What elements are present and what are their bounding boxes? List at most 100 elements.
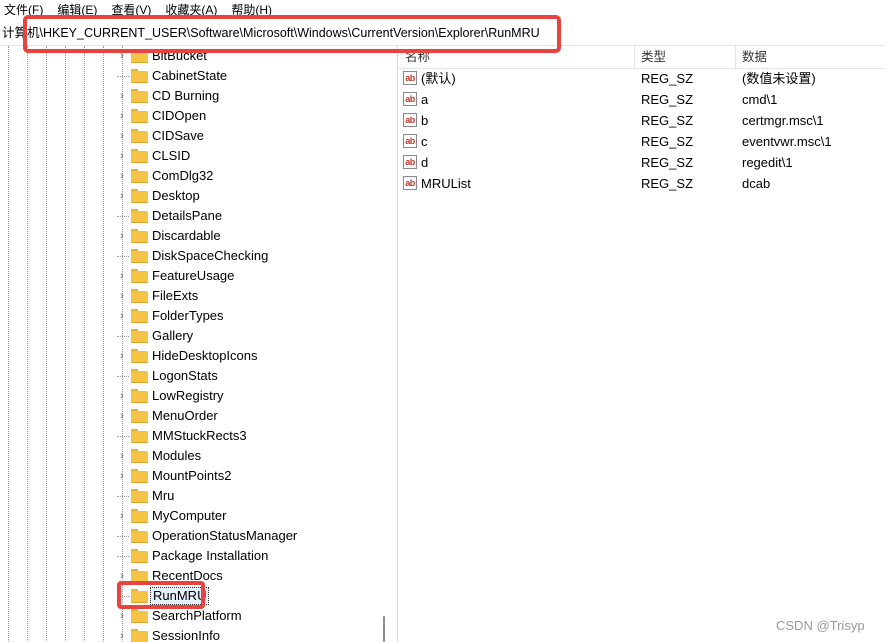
- tree-item-label[interactable]: HideDesktopIcons: [152, 348, 258, 364]
- tree-item-label[interactable]: MenuOrder: [152, 408, 218, 424]
- tree-item-label[interactable]: CabinetState: [152, 68, 227, 84]
- tree-item-label[interactable]: MyComputer: [152, 508, 226, 524]
- tree-item[interactable]: › SearchPlatform: [0, 606, 380, 626]
- tree-connector-line: [117, 256, 129, 257]
- column-separator[interactable]: [634, 46, 635, 68]
- column-header-type[interactable]: 类型: [641, 49, 666, 65]
- tree-item-label[interactable]: LowRegistry: [152, 388, 224, 404]
- value-row[interactable]: ab b REG_SZ certmgr.msc\1: [398, 111, 885, 132]
- tree-item[interactable]: DetailsPane: [0, 206, 380, 226]
- tree-item[interactable]: LogonStats: [0, 366, 380, 386]
- tree-item[interactable]: › Modules: [0, 446, 380, 466]
- tree-item[interactable]: › SessionInfo: [0, 626, 380, 642]
- tree-item-label[interactable]: Package Installation: [152, 548, 268, 564]
- chevron-right-icon[interactable]: ›: [117, 290, 127, 302]
- key-tree-pane[interactable]: › BitBucket CabinetState › CD Burning › CIDOpe…: [0, 46, 397, 642]
- tree-item[interactable]: CabinetState: [0, 66, 380, 86]
- tree-item[interactable]: Mru: [0, 486, 380, 506]
- tree-item-label[interactable]: OperationStatusManager: [152, 528, 297, 544]
- chevron-right-icon[interactable]: ›: [117, 610, 127, 622]
- tree-item-label[interactable]: LogonStats: [152, 368, 218, 384]
- folder-icon: [131, 369, 148, 383]
- tree-item[interactable]: › HideDesktopIcons: [0, 346, 380, 366]
- chevron-right-icon[interactable]: ›: [117, 90, 127, 102]
- chevron-right-icon[interactable]: ›: [117, 270, 127, 282]
- folder-icon: [131, 229, 148, 243]
- string-value-icon: ab: [403, 92, 417, 106]
- tree-item[interactable]: › LowRegistry: [0, 386, 380, 406]
- tree-item[interactable]: › CLSID: [0, 146, 380, 166]
- value-row[interactable]: ab a REG_SZ cmd\1: [398, 90, 885, 111]
- value-type: REG_SZ: [641, 155, 694, 170]
- tree-item-label[interactable]: DetailsPane: [152, 208, 222, 224]
- chevron-right-icon[interactable]: ›: [117, 150, 127, 162]
- tree-item-label[interactable]: Discardable: [152, 228, 221, 244]
- tree-item-label[interactable]: FileExts: [152, 288, 198, 304]
- chevron-right-icon[interactable]: ›: [117, 630, 127, 642]
- tree-item[interactable]: › CD Burning: [0, 86, 380, 106]
- tree-item[interactable]: › MenuOrder: [0, 406, 380, 426]
- column-separator[interactable]: [735, 46, 736, 68]
- folder-icon: [131, 209, 148, 223]
- chevron-right-icon[interactable]: ›: [117, 390, 127, 402]
- tree-item-label[interactable]: SearchPlatform: [152, 608, 242, 624]
- chevron-right-icon[interactable]: ›: [117, 350, 127, 362]
- tree-item-label[interactable]: FolderTypes: [152, 308, 224, 324]
- value-row[interactable]: ab c REG_SZ eventvwr.msc\1: [398, 132, 885, 153]
- chevron-right-icon[interactable]: ›: [117, 470, 127, 482]
- chevron-right-icon[interactable]: ›: [117, 230, 127, 242]
- tree-item-label[interactable]: ComDlg32: [152, 168, 213, 184]
- chevron-right-icon[interactable]: ›: [117, 170, 127, 182]
- tree-item[interactable]: › ComDlg32: [0, 166, 380, 186]
- tree-item-label[interactable]: Modules: [152, 448, 201, 464]
- value-row[interactable]: ab d REG_SZ regedit\1: [398, 153, 885, 174]
- tree-item[interactable]: › FileExts: [0, 286, 380, 306]
- value-name: MRUList: [421, 176, 471, 191]
- chevron-right-icon[interactable]: ›: [117, 130, 127, 142]
- tree-item-label[interactable]: CD Burning: [152, 88, 219, 104]
- tree-scrollbar[interactable]: [381, 46, 395, 642]
- tree-item[interactable]: › MyComputer: [0, 506, 380, 526]
- tree-scroll-thumb[interactable]: [383, 616, 385, 642]
- tree-item[interactable]: MMStuckRects3: [0, 426, 380, 446]
- tree-item-label[interactable]: Gallery: [152, 328, 193, 344]
- folder-icon: [131, 449, 148, 463]
- tree-item-label[interactable]: SessionInfo: [152, 628, 220, 642]
- chevron-right-icon[interactable]: ›: [117, 510, 127, 522]
- tree-item[interactable]: Gallery: [0, 326, 380, 346]
- tree-item[interactable]: Package Installation: [0, 546, 380, 566]
- tree-item[interactable]: DiskSpaceChecking: [0, 246, 380, 266]
- column-header-data[interactable]: 数据: [742, 49, 767, 65]
- tree-item-label[interactable]: DiskSpaceChecking: [152, 248, 268, 264]
- tree-item-label[interactable]: FeatureUsage: [152, 268, 234, 284]
- value-row[interactable]: ab (默认) REG_SZ (数值未设置): [398, 69, 885, 90]
- value-type: REG_SZ: [641, 134, 694, 149]
- tree-item-label[interactable]: Mru: [152, 488, 174, 504]
- tree-item-label[interactable]: CIDSave: [152, 128, 204, 144]
- chevron-right-icon[interactable]: ›: [117, 410, 127, 422]
- tree-item[interactable]: › Desktop: [0, 186, 380, 206]
- chevron-right-icon[interactable]: ›: [117, 310, 127, 322]
- tree-item[interactable]: › FolderTypes: [0, 306, 380, 326]
- tree-item[interactable]: › Discardable: [0, 226, 380, 246]
- watermark: CSDN @Trisyp: [776, 618, 865, 633]
- value-name: (默认): [421, 71, 456, 86]
- value-type: REG_SZ: [641, 71, 694, 86]
- tree-item[interactable]: OperationStatusManager: [0, 526, 380, 546]
- tree-item[interactable]: › CIDSave: [0, 126, 380, 146]
- chevron-right-icon[interactable]: ›: [117, 110, 127, 122]
- tree-item[interactable]: › FeatureUsage: [0, 266, 380, 286]
- tree-item[interactable]: › CIDOpen: [0, 106, 380, 126]
- tree-item-label[interactable]: MountPoints2: [152, 468, 232, 484]
- tree-item[interactable]: › MountPoints2: [0, 466, 380, 486]
- tree-item-label[interactable]: MMStuckRects3: [152, 428, 247, 444]
- value-row[interactable]: ab MRUList REG_SZ dcab: [398, 174, 885, 195]
- value-data: certmgr.msc\1: [742, 113, 824, 128]
- tree-item-label[interactable]: CIDOpen: [152, 108, 206, 124]
- tree-item-label[interactable]: Desktop: [152, 188, 200, 204]
- chevron-right-icon[interactable]: ›: [117, 190, 127, 202]
- value-name: c: [421, 134, 428, 149]
- value-type: REG_SZ: [641, 176, 694, 191]
- chevron-right-icon[interactable]: ›: [117, 450, 127, 462]
- tree-item-label[interactable]: CLSID: [152, 148, 190, 164]
